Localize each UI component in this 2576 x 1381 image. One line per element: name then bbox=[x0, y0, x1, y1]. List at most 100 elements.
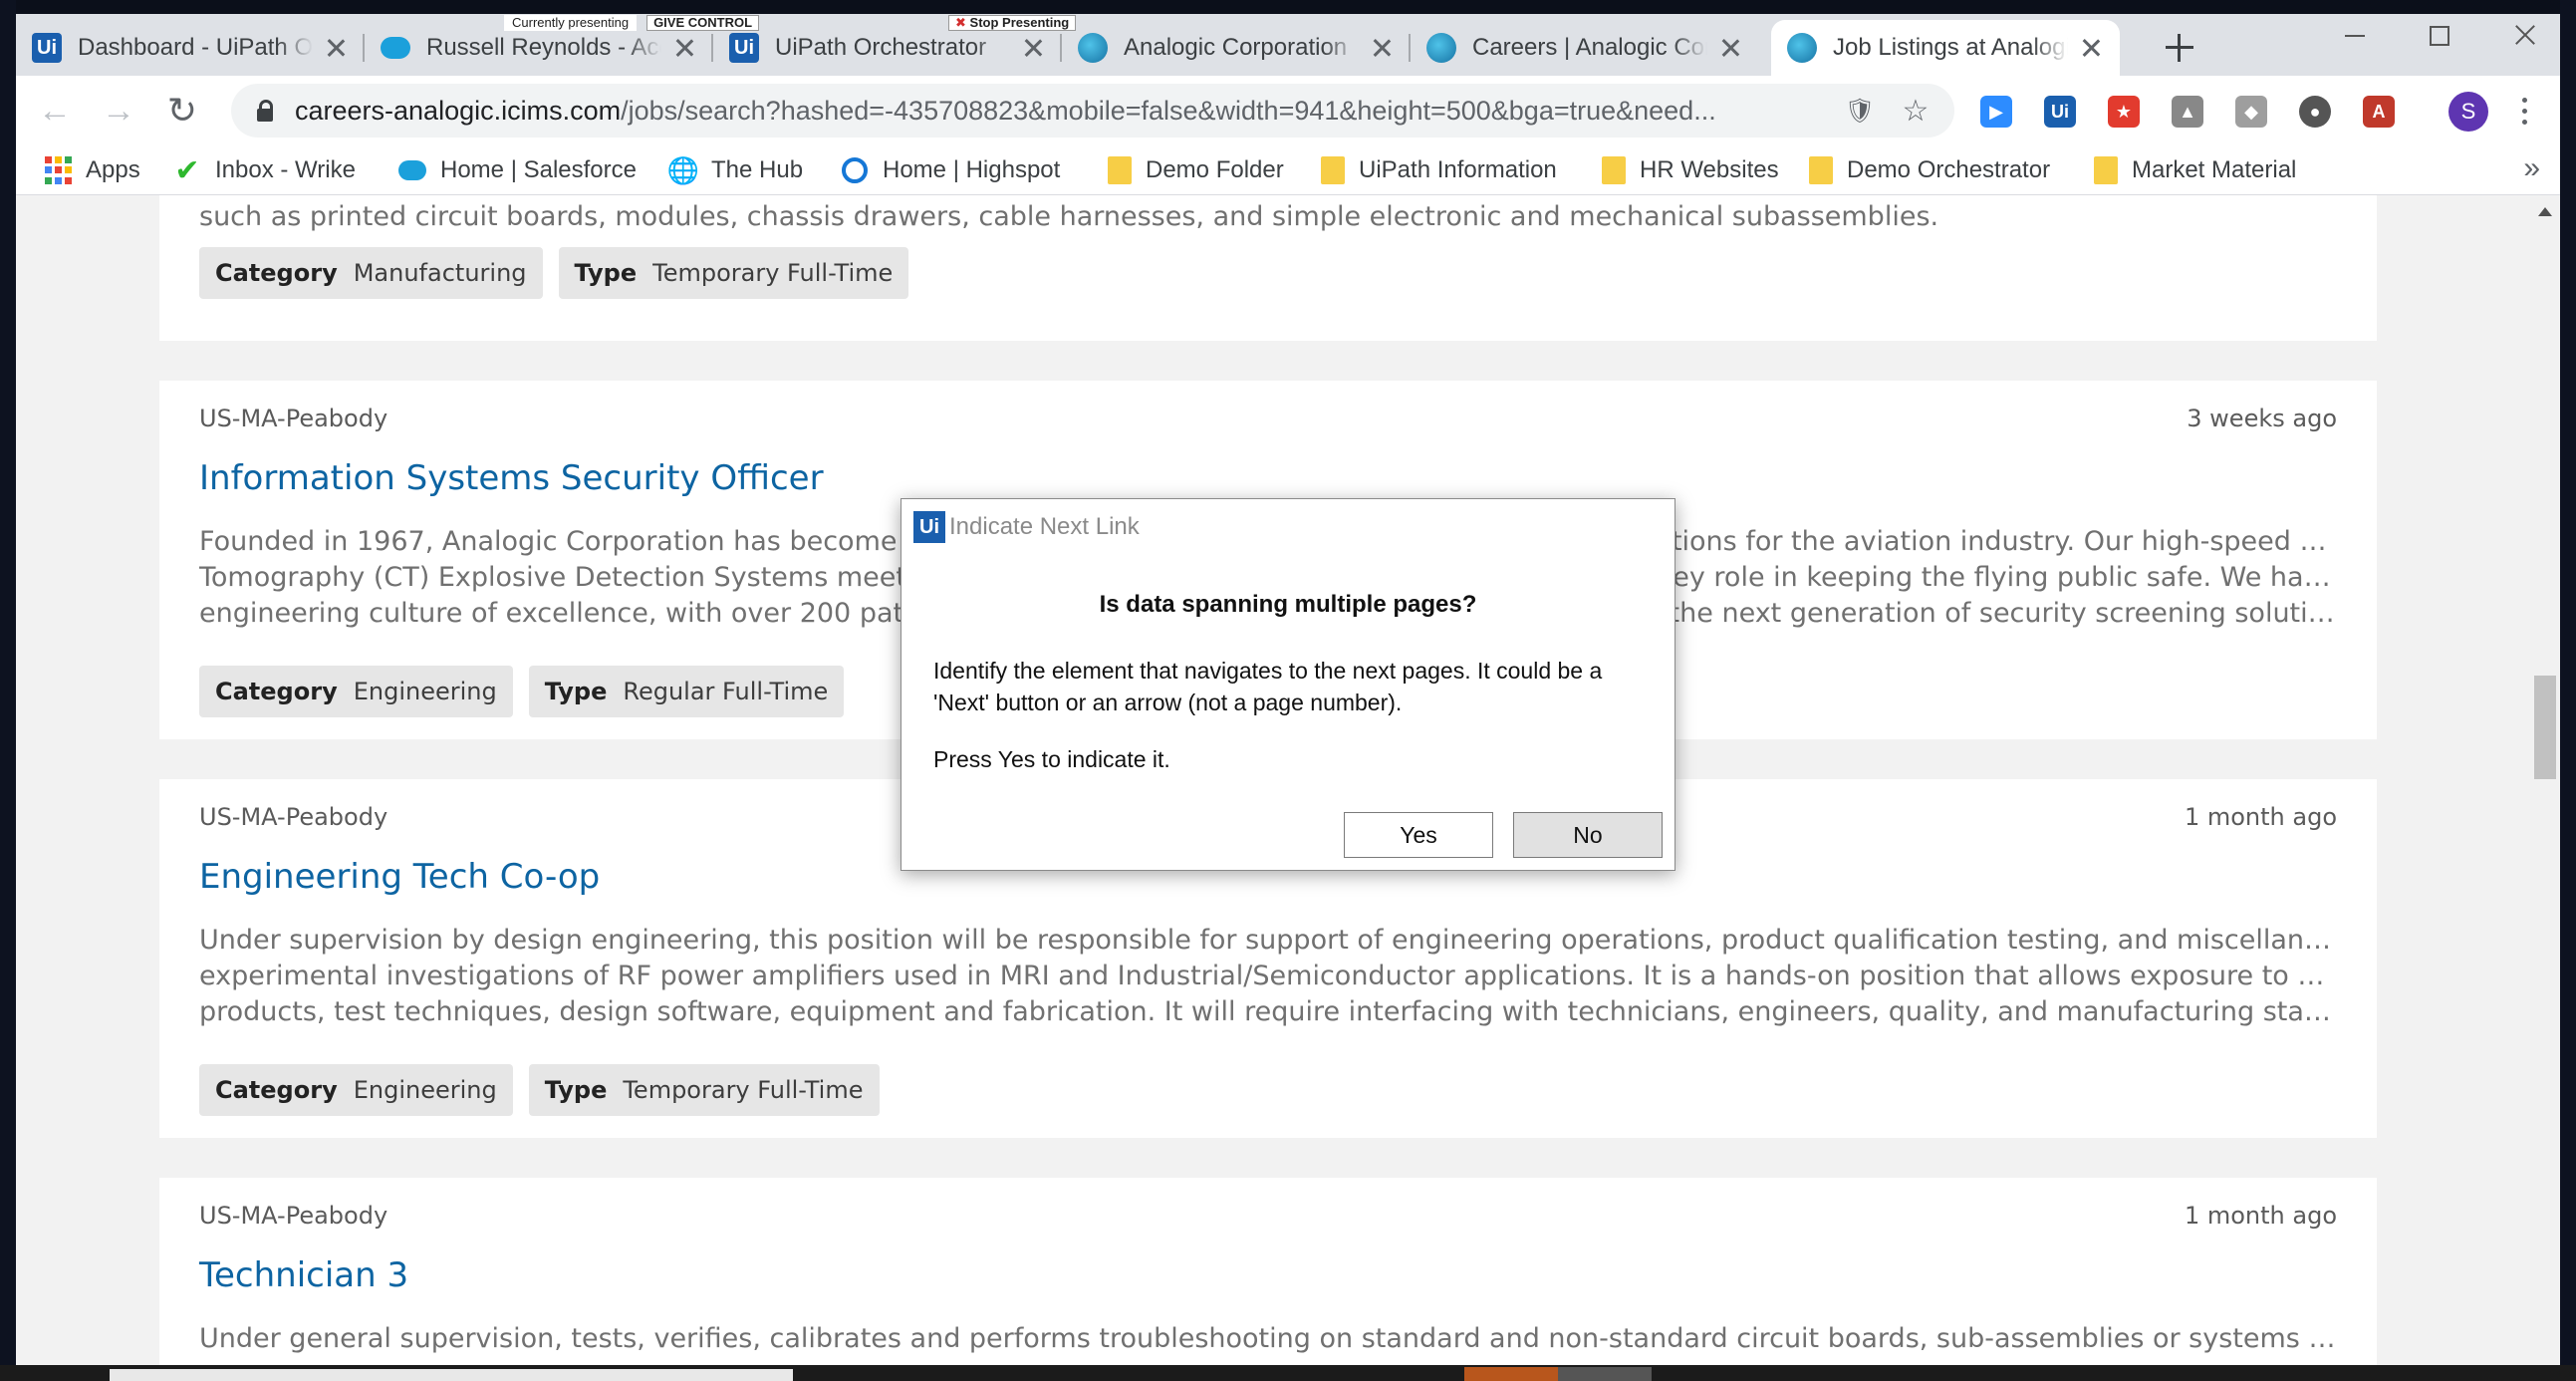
scrollbar-thumb[interactable] bbox=[2534, 676, 2556, 779]
restore-button[interactable] bbox=[2403, 14, 2472, 54]
job-title-link[interactable]: Engineering Tech Co-op bbox=[199, 857, 600, 897]
uipath-logo-icon: Ui bbox=[913, 511, 945, 543]
folder-icon bbox=[1809, 156, 1833, 184]
tab-strip: Ui Dashboard - UiPath Orchestrator Russe… bbox=[16, 14, 2560, 76]
uipath-icon: Ui bbox=[32, 33, 62, 63]
highspot-icon bbox=[841, 156, 869, 184]
type-tag: Type Temporary Full-Time bbox=[558, 247, 909, 299]
bookmark-the-hub[interactable]: 🌐 The Hub bbox=[667, 153, 803, 187]
more-bookmarks-chevron-icon[interactable]: » bbox=[2523, 151, 2540, 185]
tab-careers-analogic[interactable]: Careers | Analogic Corporation bbox=[1411, 20, 1759, 76]
lock-icon[interactable] bbox=[255, 99, 275, 123]
bookmark-demo-folder[interactable]: Demo Folder bbox=[1108, 153, 1284, 187]
bookmark-demo-orchestrator[interactable]: Demo Orchestrator bbox=[1809, 153, 2050, 187]
job-card: US-MA-Peabody 1 month ago Technician 3 U… bbox=[159, 1178, 2377, 1369]
globe-icon bbox=[1078, 33, 1108, 63]
close-window-button[interactable] bbox=[2490, 14, 2560, 54]
back-button[interactable]: ← bbox=[30, 86, 80, 136]
apps-grid-icon bbox=[44, 156, 72, 184]
stop-presenting-button[interactable]: Stop Presenting bbox=[948, 15, 1077, 31]
job-title-link[interactable]: Technician 3 bbox=[199, 1255, 408, 1295]
bookmark-market-material[interactable]: Market Material bbox=[2094, 153, 2296, 187]
bookmarks-bar: Apps ✔ Inbox - Wrike Home | Salesforce 🌐… bbox=[16, 145, 2560, 195]
category-tag: Category Engineering bbox=[199, 1064, 513, 1116]
bookmark-home-salesforce[interactable]: Home | Salesforce bbox=[398, 153, 637, 187]
circle-extension-icon[interactable]: ● bbox=[2299, 96, 2331, 128]
dialog-heading: Is data spanning multiple pages? bbox=[1099, 591, 1477, 618]
presenting-bar: Currently presenting GIVE CONTROL Stop P… bbox=[504, 14, 1142, 32]
close-tab-icon[interactable] bbox=[1717, 35, 1743, 61]
url-text[interactable]: careers-analogic.icims.com/jobs/search?h… bbox=[295, 96, 1829, 127]
bookmark-home-highspot[interactable]: Home | Highspot bbox=[841, 153, 1060, 187]
taskbar-strip bbox=[0, 1365, 2576, 1381]
salesforce-icon bbox=[398, 156, 426, 184]
bookmark-uipath-information[interactable]: UiPath Information bbox=[1321, 153, 1557, 187]
address-bar[interactable]: careers-analogic.icims.com/jobs/search?h… bbox=[231, 84, 1954, 138]
folder-icon bbox=[1602, 156, 1626, 184]
blocked-content-icon[interactable]: 🛡 bbox=[1845, 96, 1875, 126]
tab-title: Careers | Analogic Corporation bbox=[1472, 34, 1707, 61]
job-description: such as printed circuit boards, modules,… bbox=[199, 201, 1939, 232]
dialog-titlebar: Ui Indicate Next Link bbox=[902, 499, 1674, 555]
drive-extension-icon[interactable]: ▲ bbox=[2172, 96, 2203, 128]
reload-button[interactable]: ↻ bbox=[157, 86, 207, 136]
shield-extension-icon[interactable]: ◆ bbox=[2235, 96, 2267, 128]
desktop-background-left bbox=[0, 0, 16, 1381]
bookmark-inbox-wrike[interactable]: ✔ Inbox - Wrike bbox=[173, 153, 356, 187]
category-tag: Category Engineering bbox=[199, 666, 513, 717]
job-tags: Category Engineering Type Temporary Full-T… bbox=[199, 1064, 880, 1116]
globe-icon bbox=[1787, 33, 1817, 63]
forward-button[interactable]: → bbox=[94, 86, 143, 136]
folder-icon bbox=[1321, 156, 1345, 184]
job-posted-date: 1 month ago bbox=[2184, 803, 2337, 831]
tab-job-listings[interactable]: Job Listings at Analogic bbox=[1771, 20, 2120, 76]
minimize-button[interactable] bbox=[2319, 14, 2389, 54]
page-scrollbar[interactable] bbox=[2530, 195, 2560, 1369]
job-location: US-MA-Peabody bbox=[199, 405, 388, 432]
scroll-up-arrow-icon[interactable] bbox=[2538, 207, 2552, 216]
close-tab-icon[interactable] bbox=[2078, 35, 2104, 61]
new-tab-button[interactable] bbox=[2162, 30, 2197, 66]
category-tag: Category Manufacturing bbox=[199, 247, 543, 299]
close-tab-icon[interactable] bbox=[671, 35, 697, 61]
desktop-background-right bbox=[2560, 0, 2576, 1381]
tab-title: Analogic Corporation bbox=[1124, 34, 1348, 61]
job-card: such as printed circuit boards, modules,… bbox=[159, 195, 2377, 341]
globe-icon bbox=[1426, 33, 1456, 63]
bookmark-hr-websites[interactable]: HR Websites bbox=[1602, 153, 1779, 187]
give-control-button[interactable]: GIVE CONTROL bbox=[646, 15, 760, 31]
job-title-link[interactable]: Information Systems Security Officer bbox=[199, 458, 824, 498]
tab-title: Russell Reynolds - Account bbox=[426, 34, 661, 61]
profile-avatar[interactable]: S bbox=[2448, 92, 2488, 132]
close-tab-icon[interactable] bbox=[1369, 35, 1395, 61]
close-tab-icon[interactable] bbox=[323, 35, 349, 61]
yes-button[interactable]: Yes bbox=[1344, 812, 1493, 858]
dialog-title: Indicate Next Link bbox=[949, 513, 1140, 540]
tab-title: UiPath Orchestrator bbox=[775, 34, 987, 61]
browser-toolbar: ← → ↻ careers-analogic.icims.com/jobs/se… bbox=[16, 76, 2560, 145]
no-button[interactable]: No bbox=[1513, 812, 1663, 858]
job-tags: Category Engineering Type Regular Full-Tim… bbox=[199, 666, 845, 717]
tab-title: Dashboard - UiPath Orchestrator bbox=[78, 34, 313, 61]
close-tab-icon[interactable] bbox=[1020, 35, 1046, 61]
tab-dashboard[interactable]: Ui Dashboard - UiPath Orchestrator bbox=[16, 20, 365, 76]
type-tag: Type Regular Full-Time bbox=[528, 666, 845, 717]
browser-menu-icon[interactable] bbox=[2514, 94, 2534, 130]
dialog-instruction-text: Press Yes to indicate it. bbox=[933, 746, 1170, 772]
pdf-extension-icon[interactable]: A bbox=[2363, 96, 2395, 128]
zoom-extension-icon[interactable]: ▶ bbox=[1980, 96, 2012, 128]
dialog-body-text: Identify the element that navigates to t… bbox=[933, 658, 1603, 715]
bookmark-star-icon[interactable]: ☆ bbox=[1901, 95, 1931, 128]
uipath-extension-icon[interactable]: Ui bbox=[2044, 96, 2076, 128]
bookmark-extension-icon[interactable]: ★ bbox=[2108, 96, 2140, 128]
currently-presenting-label: Currently presenting bbox=[504, 15, 638, 31]
job-description: Under supervision by design engineering,… bbox=[199, 925, 2337, 1027]
job-tags: Category Manufacturing Type Temporary Full… bbox=[199, 247, 909, 299]
folder-icon bbox=[1108, 156, 1132, 184]
tab-title: Job Listings at Analogic bbox=[1833, 34, 2068, 61]
bookmark-apps[interactable]: Apps bbox=[44, 153, 140, 187]
salesforce-icon bbox=[381, 37, 410, 59]
job-location: US-MA-Peabody bbox=[199, 803, 388, 831]
job-posted-date: 3 weeks ago bbox=[2187, 405, 2337, 432]
indicate-next-link-dialog: Ui Indicate Next Link Is data spanning m… bbox=[901, 498, 1675, 871]
